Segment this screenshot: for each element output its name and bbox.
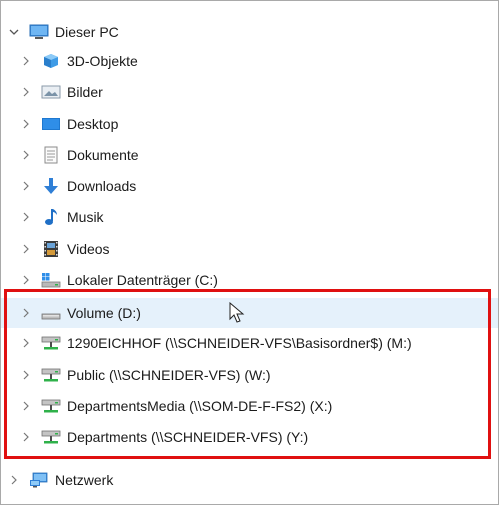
pictures-folder-icon: [41, 83, 61, 101]
music-note-icon: [41, 208, 61, 226]
chevron-right-icon[interactable]: [19, 148, 33, 162]
tree-item-label: 1290EICHHOF (\\SCHNEIDER-VFS\Basisordner…: [67, 335, 412, 351]
chevron-right-icon[interactable]: [19, 273, 33, 287]
tree-item-drive-y[interactable]: Departments (\\SCHNEIDER-VFS) (Y:): [1, 422, 498, 452]
chevron-right-icon[interactable]: [19, 306, 33, 320]
chevron-right-icon[interactable]: [19, 85, 33, 99]
tree-item-label: DepartmentsMedia (\\SOM-DE-F-FS2) (X:): [67, 398, 333, 414]
tree-item-label: Lokaler Datenträger (C:): [67, 272, 218, 288]
drive-icon: [41, 304, 61, 322]
chevron-right-icon[interactable]: [19, 179, 33, 193]
tree-item-drive-x[interactable]: DepartmentsMedia (\\SOM-DE-F-FS2) (X:): [1, 391, 498, 421]
cube-folder-icon: [41, 52, 61, 70]
chevron-right-icon[interactable]: [19, 210, 33, 224]
chevron-right-icon[interactable]: [19, 336, 33, 350]
documents-folder-icon: [41, 146, 61, 164]
tree-item-label: Videos: [67, 241, 110, 257]
tree-item-label: Bilder: [67, 84, 103, 100]
monitor-icon: [29, 23, 49, 41]
tree-item-drive-w[interactable]: Public (\\SCHNEIDER-VFS) (W:): [1, 360, 498, 390]
network-icon: [29, 471, 49, 489]
chevron-right-icon[interactable]: [19, 117, 33, 131]
tree-item-volume-d[interactable]: Volume (D:): [1, 298, 498, 328]
tree-item-label: Downloads: [67, 178, 137, 194]
chevron-right-icon[interactable]: [7, 473, 21, 487]
tree-item-desktop[interactable]: Desktop: [1, 109, 498, 139]
windows-drive-icon: [41, 271, 61, 289]
tree-item-label: Desktop: [67, 116, 119, 132]
tree-item-label: Musik: [67, 209, 104, 225]
network-drive-icon: [41, 334, 61, 352]
film-icon: [41, 240, 61, 258]
chevron-down-icon[interactable]: [7, 25, 21, 39]
chevron-right-icon[interactable]: [19, 430, 33, 444]
chevron-right-icon[interactable]: [19, 399, 33, 413]
tree-item-downloads[interactable]: Downloads: [1, 171, 498, 201]
tree-item-label: Public (\\SCHNEIDER-VFS) (W:): [67, 367, 271, 383]
tree-item-label: Netzwerk: [55, 472, 114, 488]
chevron-right-icon[interactable]: [19, 242, 33, 256]
tree-item-videos[interactable]: Videos: [1, 234, 498, 264]
tree-item-drive-c[interactable]: Lokaler Datenträger (C:): [1, 265, 498, 295]
tree-item-dieser-pc[interactable]: Dieser PC: [1, 17, 498, 47]
tree-item-label: Dokumente: [67, 147, 139, 163]
tree-item-label: 3D-Objekte: [67, 53, 138, 69]
tree-item-label: Departments (\\SCHNEIDER-VFS) (Y:): [67, 429, 309, 445]
mouse-cursor-icon: [229, 302, 245, 323]
tree-item-label: Volume (D:): [67, 305, 141, 321]
navigation-pane: Dieser PC 3D-Objekte Bilder Desktop Doku…: [0, 0, 499, 505]
tree-item-bilder[interactable]: Bilder: [1, 77, 498, 107]
desktop-folder-icon: [41, 115, 61, 133]
tree-item-dokumente[interactable]: Dokumente: [1, 140, 498, 170]
tree-item-musik[interactable]: Musik: [1, 202, 498, 232]
tree-item-drive-m[interactable]: 1290EICHHOF (\\SCHNEIDER-VFS\Basisordner…: [1, 328, 498, 358]
chevron-right-icon[interactable]: [19, 368, 33, 382]
tree-item-3d-objekte[interactable]: 3D-Objekte: [1, 46, 498, 76]
network-drive-icon: [41, 366, 61, 384]
tree-item-label: Dieser PC: [55, 24, 119, 40]
tree-item-netzwerk[interactable]: Netzwerk: [1, 465, 498, 495]
network-drive-icon: [41, 397, 61, 415]
download-arrow-icon: [41, 177, 61, 195]
network-drive-icon: [41, 428, 61, 446]
chevron-right-icon[interactable]: [19, 54, 33, 68]
